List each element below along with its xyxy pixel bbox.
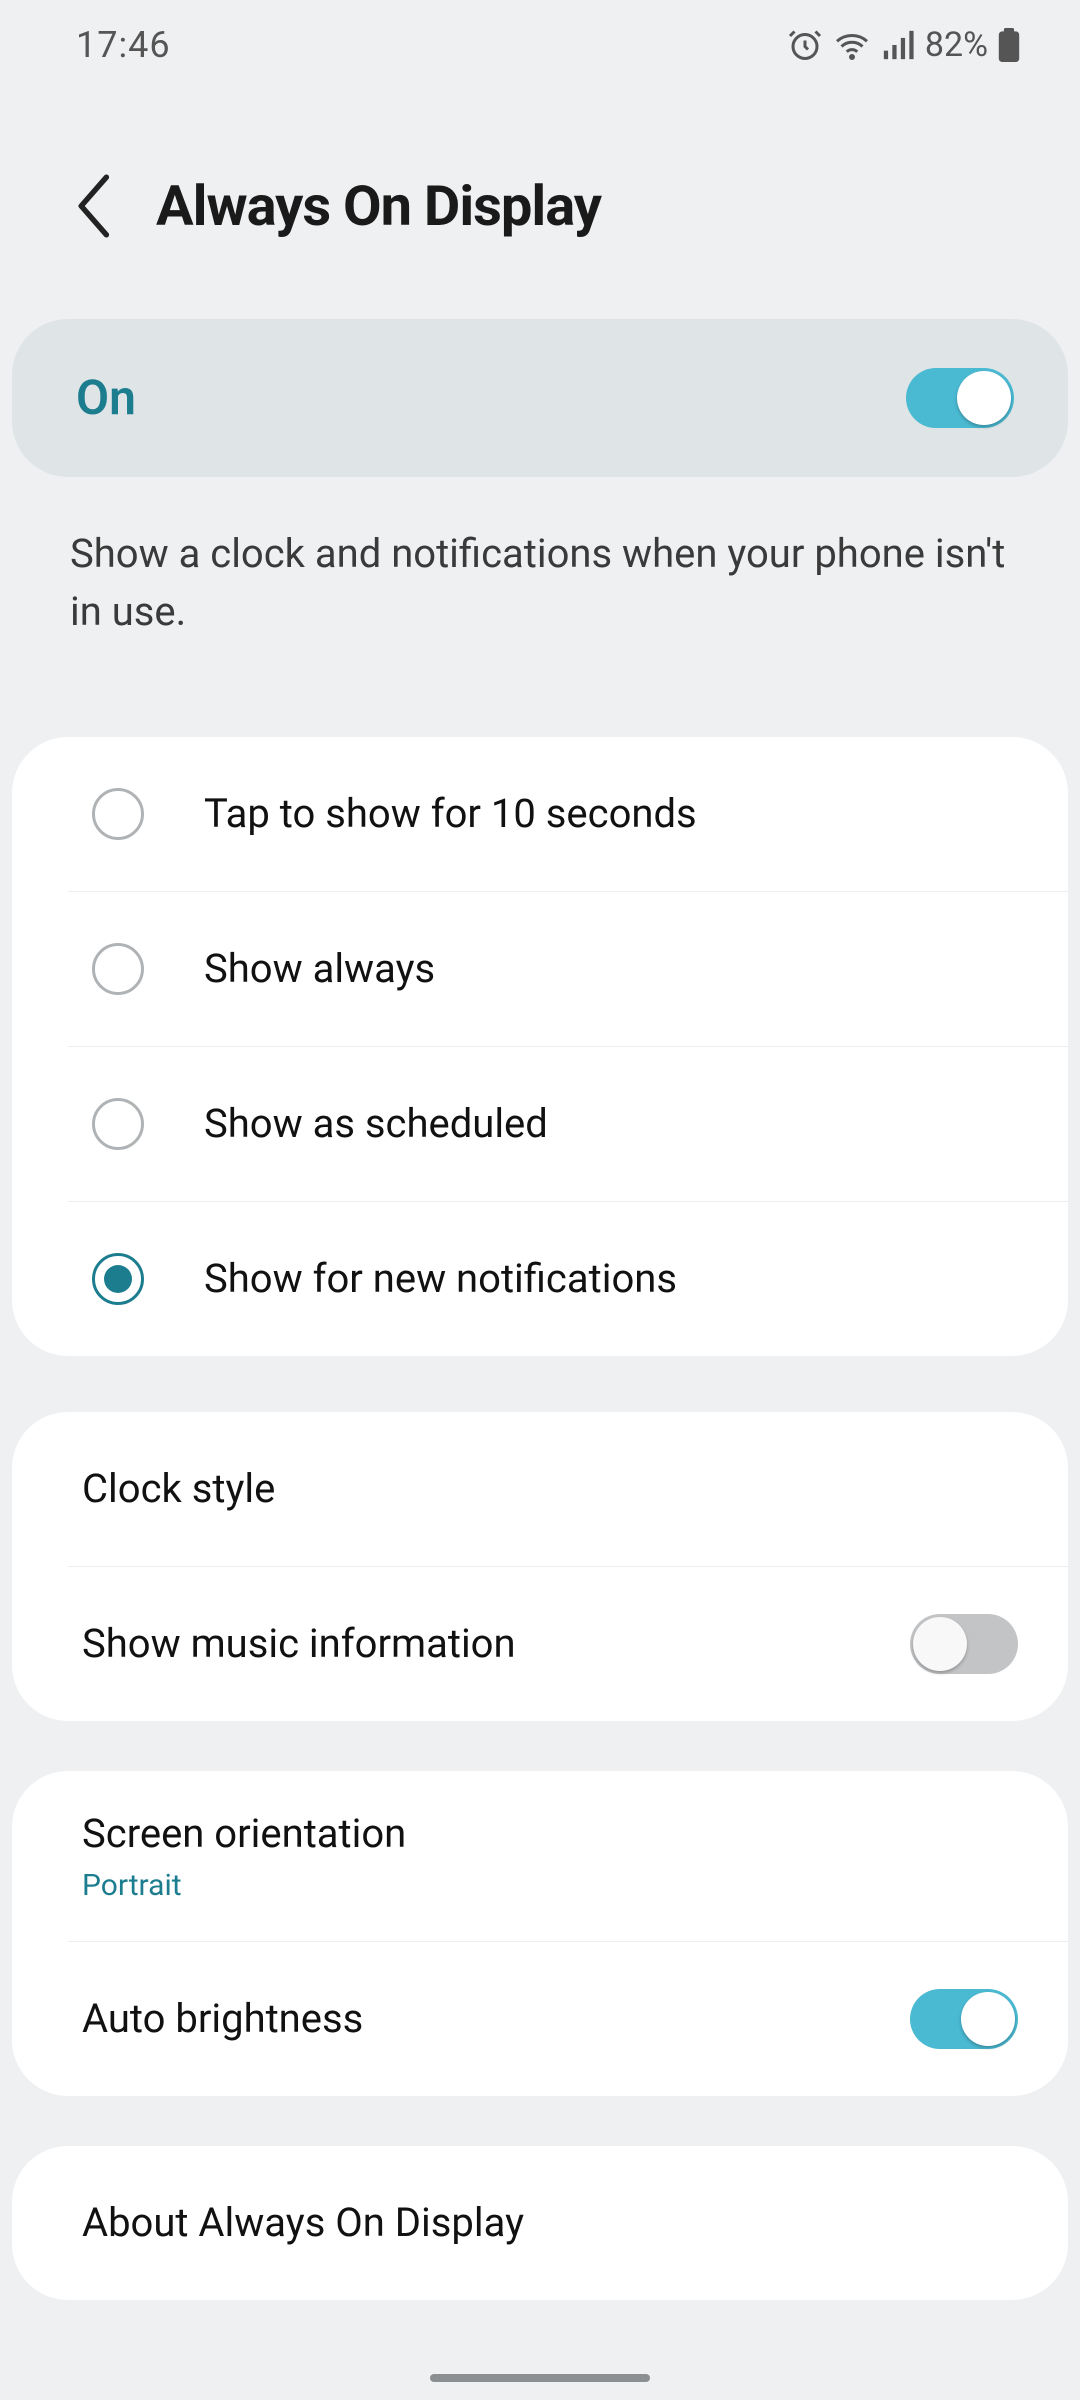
clock-style-row[interactable]: Clock style bbox=[12, 1412, 1068, 1566]
about-card: About Always On Display bbox=[12, 2146, 1068, 2300]
clock-style-label: Clock style bbox=[82, 1463, 275, 1515]
orientation-label: Screen orientation bbox=[82, 1808, 1018, 1860]
master-toggle-label: On bbox=[76, 367, 136, 429]
mode-label: Show as scheduled bbox=[204, 1098, 548, 1150]
mode-option-tap[interactable]: Tap to show for 10 seconds bbox=[12, 737, 1068, 891]
status-icons: 82% bbox=[787, 23, 1020, 67]
music-info-label: Show music information bbox=[82, 1618, 516, 1670]
auto-brightness-switch[interactable] bbox=[910, 1989, 1018, 2049]
music-info-row[interactable]: Show music information bbox=[12, 1567, 1068, 1721]
feature-description: Show a clock and notifications when your… bbox=[0, 477, 1080, 701]
wifi-icon bbox=[833, 27, 871, 63]
battery-percent: 82% bbox=[925, 23, 988, 67]
orientation-value: Portrait bbox=[82, 1866, 1018, 1905]
display-mode-card: Tap to show for 10 seconds Show always S… bbox=[12, 737, 1068, 1356]
back-icon[interactable] bbox=[70, 170, 114, 242]
display-card: Screen orientation Portrait Auto brightn… bbox=[12, 1771, 1068, 2096]
home-indicator[interactable] bbox=[430, 2374, 650, 2382]
style-card: Clock style Show music information bbox=[12, 1412, 1068, 1721]
master-toggle-switch[interactable] bbox=[906, 368, 1014, 428]
mode-label: Tap to show for 10 seconds bbox=[204, 788, 697, 840]
mode-label: Show always bbox=[204, 943, 435, 995]
alarm-icon bbox=[787, 27, 823, 63]
mode-label: Show for new notifications bbox=[204, 1253, 677, 1305]
radio-icon bbox=[92, 943, 144, 995]
radio-icon bbox=[92, 788, 144, 840]
status-time: 17:46 bbox=[76, 22, 171, 69]
auto-brightness-label: Auto brightness bbox=[82, 1993, 363, 2045]
mode-option-notifications[interactable]: Show for new notifications bbox=[12, 1202, 1068, 1356]
auto-brightness-row[interactable]: Auto brightness bbox=[12, 1942, 1068, 2096]
about-row[interactable]: About Always On Display bbox=[12, 2146, 1068, 2300]
page-header: Always On Display bbox=[0, 90, 1080, 303]
radio-icon bbox=[92, 1098, 144, 1150]
mode-option-scheduled[interactable]: Show as scheduled bbox=[12, 1047, 1068, 1201]
orientation-row[interactable]: Screen orientation Portrait bbox=[12, 1771, 1068, 1941]
battery-icon bbox=[998, 28, 1020, 62]
radio-icon bbox=[92, 1253, 144, 1305]
about-label: About Always On Display bbox=[82, 2197, 524, 2249]
page-title: Always On Display bbox=[156, 170, 601, 243]
master-toggle-row[interactable]: On bbox=[12, 319, 1068, 477]
music-info-switch[interactable] bbox=[910, 1614, 1018, 1674]
mode-option-always[interactable]: Show always bbox=[12, 892, 1068, 1046]
signal-icon bbox=[881, 28, 915, 62]
status-bar: 17:46 82% bbox=[0, 0, 1080, 90]
